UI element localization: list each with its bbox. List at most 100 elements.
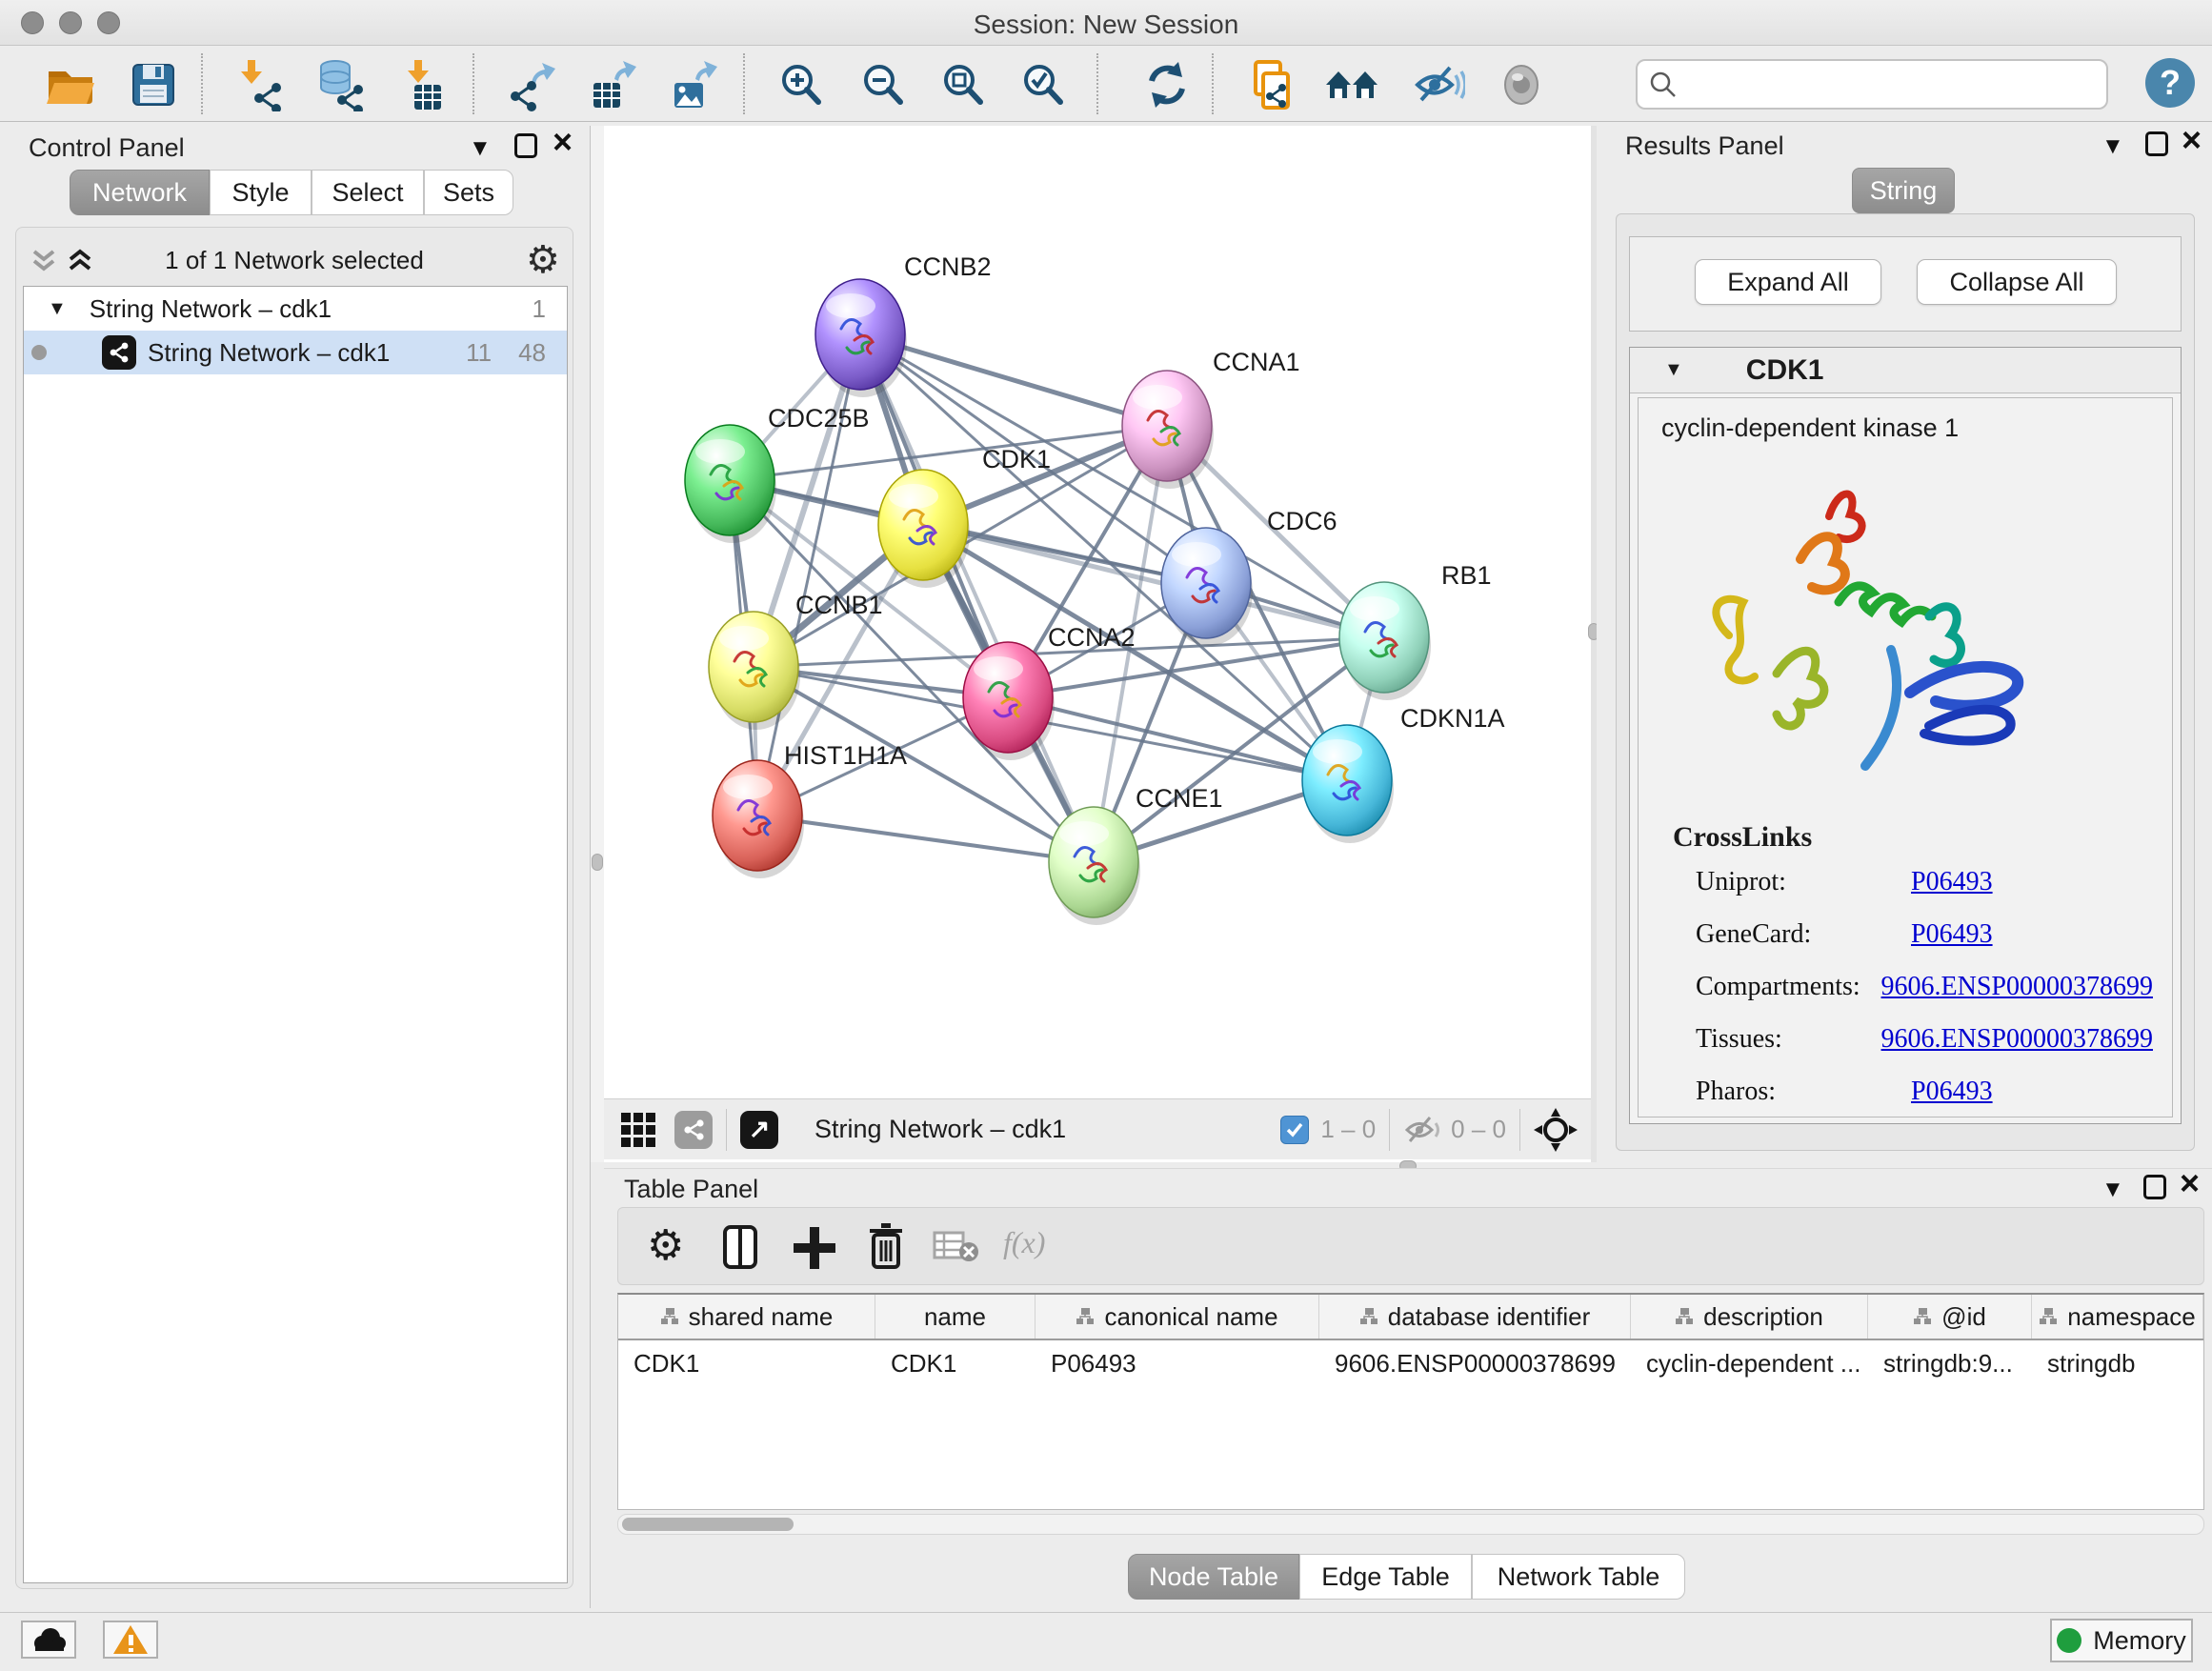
collection-collapse-icon[interactable]: ▼ <box>48 298 67 320</box>
gene-collapse-icon[interactable]: ▼ <box>1664 359 1683 381</box>
memory-button[interactable]: Memory <box>2050 1619 2193 1662</box>
table-cell[interactable]: stringdb <box>2032 1340 2203 1386</box>
column-header-database-identifier[interactable]: database identifier <box>1319 1295 1631 1339</box>
scrollbar-thumb[interactable] <box>622 1518 794 1531</box>
crosslink-link[interactable]: 9606.ENSP00000378699 <box>1881 972 2153 1002</box>
zoom-out-icon[interactable] <box>855 57 911 112</box>
search-box[interactable] <box>1636 59 2108 110</box>
column-header-shared-name[interactable]: shared name <box>618 1295 875 1339</box>
delete-column-trash-icon[interactable] <box>862 1219 910 1273</box>
node-position-crosshair-icon[interactable] <box>1534 1108 1578 1152</box>
table-panel-float-icon[interactable] <box>2143 1175 2166 1199</box>
results-panel-close-icon[interactable]: × <box>2182 128 2202 152</box>
network-row[interactable]: String Network – cdk1 11 48 <box>24 331 567 374</box>
splitter-handle[interactable] <box>592 854 603 871</box>
crosslink-link[interactable]: P06493 <box>1911 919 1993 950</box>
crosslink-link[interactable]: 9606.ENSP00000378699 <box>1881 1024 2153 1055</box>
string-view-icon[interactable] <box>674 1111 713 1149</box>
table-options-gear-icon[interactable]: ⚙ <box>647 1221 684 1270</box>
window-titlebar: Session: New Session <box>0 0 2212 46</box>
table-toolbar: ⚙ f(x) <box>617 1207 2204 1285</box>
zoom-selected-icon[interactable] <box>1016 57 1071 112</box>
tab-node-table[interactable]: Node Table <box>1128 1554 1299 1600</box>
delete-table-icon[interactable] <box>933 1229 984 1267</box>
grid-view-icon[interactable] <box>621 1113 655 1147</box>
crosslink-link[interactable]: P06493 <box>1911 1077 1993 1107</box>
import-network-database-icon[interactable] <box>312 57 367 112</box>
export-table-icon[interactable] <box>585 57 640 112</box>
toolbar-separator <box>1212 53 1214 114</box>
expand-all-networks-icon[interactable] <box>65 248 97 278</box>
selected-nodes-checkbox-icon[interactable] <box>1280 1116 1309 1144</box>
control-panel-close-icon[interactable]: × <box>553 130 573 154</box>
table-cell[interactable]: P06493 <box>1036 1340 1319 1386</box>
crosslink-link[interactable]: P06493 <box>1911 867 1993 897</box>
expand-all-button[interactable]: Expand All <box>1695 259 1881 305</box>
houses-icon[interactable] <box>1323 57 1378 112</box>
cloud-button[interactable] <box>21 1621 76 1659</box>
export-network-icon[interactable] <box>502 57 557 112</box>
svg-text:CCNB1: CCNB1 <box>795 591 883 619</box>
gene-section-header[interactable]: ▼ CDK1 <box>1630 348 2181 393</box>
control-panel-float-icon[interactable] <box>514 133 537 158</box>
export-image-icon[interactable] <box>666 57 721 112</box>
table-cell[interactable]: CDK1 <box>875 1340 1036 1386</box>
crosslinks-title: CrossLinks <box>1673 821 1812 854</box>
table-horizontal-scrollbar[interactable] <box>617 1514 2204 1535</box>
left-splitter[interactable] <box>591 126 604 1162</box>
table-panel-close-icon[interactable]: × <box>2180 1171 2200 1196</box>
tab-select[interactable]: Select <box>312 170 424 215</box>
warnings-button[interactable] <box>103 1621 158 1659</box>
collapse-all-button[interactable]: Collapse All <box>1917 259 2117 305</box>
results-panel: Results Panel ▼ × String Expand All Coll… <box>1597 126 2212 1166</box>
open-session-icon[interactable] <box>42 57 97 112</box>
birdseye-view-icon[interactable]: ↗ <box>740 1111 778 1149</box>
network-collection-row[interactable]: ▼ String Network – cdk1 1 <box>24 287 567 331</box>
new-network-from-selection-icon[interactable] <box>1241 57 1297 112</box>
search-input[interactable] <box>1687 70 2087 99</box>
column-header-description[interactable]: description <box>1631 1295 1868 1339</box>
status-separator <box>726 1109 727 1151</box>
control-panel-menu-icon[interactable]: ▼ <box>469 135 492 162</box>
search-icon <box>1649 70 1678 99</box>
tab-sets[interactable]: Sets <box>424 170 513 215</box>
zoom-fit-icon[interactable] <box>935 57 991 112</box>
column-header-canonical-name[interactable]: canonical name <box>1036 1295 1319 1339</box>
tab-network-table[interactable]: Network Table <box>1472 1554 1685 1600</box>
function-builder-icon[interactable]: f(x) <box>1003 1225 1045 1260</box>
tab-edge-table[interactable]: Edge Table <box>1299 1554 1472 1600</box>
results-panel-menu-icon[interactable]: ▼ <box>2101 133 2124 160</box>
table-cell[interactable]: cyclin-dependent ... <box>1631 1340 1868 1386</box>
collapse-all-networks-icon[interactable] <box>29 248 61 278</box>
show-columns-icon[interactable] <box>717 1223 765 1273</box>
show-all-icon[interactable] <box>1494 57 1549 112</box>
gene-section-body: cyclin-dependent kinase 1 CrossLinks Uni… <box>1638 397 2173 1117</box>
column-header--id[interactable]: @id <box>1868 1295 2032 1339</box>
apply-layout-icon[interactable] <box>1139 57 1195 112</box>
import-table-icon[interactable] <box>396 57 452 112</box>
column-header-namespace[interactable]: namespace <box>2032 1295 2203 1339</box>
tab-style[interactable]: Style <box>210 170 312 215</box>
tab-string[interactable]: String <box>1852 168 1955 213</box>
save-session-icon[interactable] <box>126 57 181 112</box>
help-icon[interactable]: ? <box>2145 58 2195 108</box>
zoom-in-icon[interactable] <box>774 57 829 112</box>
table-cell[interactable]: 9606.ENSP00000378699 <box>1319 1340 1631 1386</box>
table-cell[interactable]: CDK1 <box>618 1340 875 1386</box>
table-tabs: Node Table Edge Table Network Table <box>1128 1554 1685 1600</box>
table-panel-menu-icon[interactable]: ▼ <box>2101 1177 2124 1203</box>
table-row[interactable]: CDK1CDK1P064939606.ENSP00000378699cyclin… <box>618 1340 2203 1386</box>
control-panel: Control Panel ▼ × Network Style Select S… <box>4 126 591 1608</box>
network-canvas[interactable]: CCNB2CCNA1CDC25BCDK1CDC6RB1CCNB1CCNA2CDK… <box>604 126 1591 1098</box>
table-cell[interactable]: stringdb:9... <box>1868 1340 2032 1386</box>
add-column-icon[interactable] <box>792 1223 837 1271</box>
column-header-label: description <box>1703 1302 1823 1332</box>
hidden-eye-slash-icon <box>1403 1111 1445 1149</box>
results-panel-float-icon[interactable] <box>2145 131 2168 156</box>
network-options-gear-icon[interactable]: ⚙ <box>526 238 560 282</box>
column-header-name[interactable]: name <box>875 1295 1036 1339</box>
import-network-file-icon[interactable] <box>231 57 287 112</box>
table-panel-title: Table Panel <box>624 1175 758 1204</box>
tab-network[interactable]: Network <box>70 170 210 215</box>
hide-selected-icon[interactable] <box>1411 57 1466 112</box>
